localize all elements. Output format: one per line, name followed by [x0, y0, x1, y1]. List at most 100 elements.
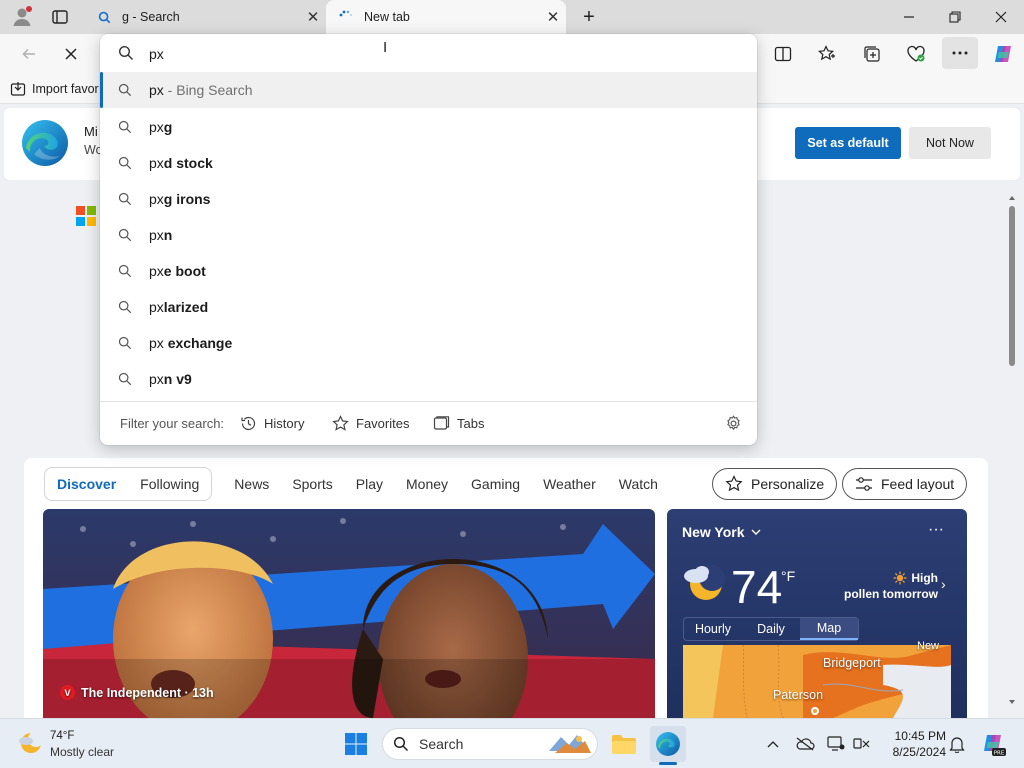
suggestion-item[interactable]: pxg — [100, 109, 757, 145]
copilot-pre-icon[interactable]: PRE — [980, 731, 1006, 757]
tab-search[interactable]: g - Search ✕ — [84, 0, 326, 34]
feed-nav-weather[interactable]: Weather — [543, 476, 596, 492]
profile-avatar[interactable] — [10, 5, 34, 29]
weather-tab-daily[interactable]: Daily — [742, 618, 800, 640]
feed-nav-play[interactable]: Play — [356, 476, 383, 492]
suggestion-completion: g — [163, 119, 173, 135]
suggestion-item[interactable]: pxn v9 — [100, 361, 757, 397]
filter-history[interactable]: History — [240, 413, 304, 433]
tab-new-tab[interactable]: New tab ✕ — [326, 0, 566, 34]
new-tab-button[interactable]: + — [576, 4, 602, 30]
feed-primary-tabs: Discover Following — [44, 467, 213, 501]
weather-map[interactable] — [683, 645, 951, 718]
network-icon[interactable] — [852, 734, 872, 754]
bell-icon[interactable] — [947, 734, 967, 754]
display-icon[interactable] — [826, 734, 846, 754]
search-icon — [118, 45, 134, 61]
weather-city-label: New York — [682, 524, 745, 540]
suggestion-prefix: px — [149, 371, 164, 387]
map-label-paterson: Paterson — [773, 688, 824, 702]
tab-actions-icon[interactable] — [48, 6, 72, 28]
filter-favorites-label: Favorites — [356, 415, 410, 431]
collections-icon[interactable] — [855, 38, 889, 70]
edge-taskbar-icon[interactable] — [650, 726, 686, 762]
chevron-right-icon[interactable]: › — [941, 576, 946, 592]
favorites-icon[interactable] — [810, 38, 844, 70]
suggestion-item[interactable]: pxlarized — [100, 289, 757, 325]
microsoft-logo-icon — [76, 206, 96, 226]
more-options-icon[interactable]: ··· — [928, 521, 944, 539]
search-icon — [118, 300, 132, 314]
edge-logo-icon — [20, 118, 70, 168]
moon-cloud-icon — [682, 560, 726, 604]
search-icon — [118, 192, 132, 206]
filter-favorites[interactable]: Favorites — [332, 413, 409, 433]
start-menu-icon[interactable] — [338, 726, 374, 762]
banner-title: Mi — [84, 124, 98, 139]
gear-icon[interactable] — [723, 413, 743, 433]
feed-tab-bar: Discover Following News Sports Play Mone… — [44, 467, 658, 501]
suggestion-item[interactable]: pxd stock — [100, 145, 757, 181]
more-options-icon[interactable] — [942, 37, 978, 69]
feed-nav-gaming[interactable]: Gaming — [471, 476, 520, 492]
map-label-bridgeport: Bridgeport — [823, 656, 881, 670]
split-screen-icon[interactable] — [766, 38, 800, 70]
source-badge-icon: V — [60, 685, 75, 700]
weather-tabs: Hourly Daily Map — [683, 617, 859, 641]
weather-moon-icon[interactable] — [16, 729, 44, 757]
feed-tab-following[interactable]: Following — [140, 476, 199, 492]
selection-indicator — [100, 72, 103, 108]
pollen-info[interactable]: High pollen tomorrow — [820, 570, 938, 602]
stop-icon[interactable] — [54, 38, 88, 70]
personalize-button[interactable]: Personalize — [712, 468, 838, 500]
taskbar-weather-temp[interactable]: 74°F — [50, 730, 74, 742]
suggestion-item[interactable]: pxn — [100, 217, 757, 253]
feed-nav-money[interactable]: Money — [406, 476, 448, 492]
back-icon[interactable] — [12, 38, 46, 70]
feed-nav-news[interactable]: News — [234, 476, 269, 492]
browser-essentials-icon[interactable] — [899, 38, 933, 70]
feed-nav-watch[interactable]: Watch — [619, 476, 658, 492]
feed-layout-button[interactable]: Feed layout — [842, 468, 968, 500]
sliders-icon — [855, 476, 873, 492]
star-icon — [332, 414, 349, 432]
suggestion-completion: g irons — [163, 191, 211, 207]
suggestion-item[interactable]: pxe boot — [100, 253, 757, 289]
close-icon[interactable]: ✕ — [300, 4, 326, 30]
import-favorites-link[interactable]: Import favor — [10, 78, 99, 100]
suggestion-completion: d stock — [163, 155, 213, 171]
minimize-icon[interactable] — [886, 0, 932, 34]
window-close-icon[interactable] — [978, 0, 1024, 34]
suggestion-completion: n v9 — [163, 371, 192, 387]
taskbar-search-box[interactable]: Search — [382, 728, 598, 760]
filter-tabs[interactable]: Tabs — [433, 413, 484, 433]
suggestion-item[interactable]: px - Bing Search — [100, 72, 757, 108]
search-icon — [118, 83, 132, 97]
not-now-button[interactable]: Not Now — [909, 127, 991, 159]
search-icon — [118, 120, 132, 134]
weather-tab-map[interactable]: Map — [800, 618, 858, 640]
suggestion-item[interactable]: px exchange — [100, 325, 757, 361]
set-as-default-button[interactable]: Set as default — [795, 127, 901, 159]
scrollbar-thumb[interactable] — [1009, 206, 1015, 366]
address-input[interactable] — [149, 44, 729, 64]
search-icon — [118, 264, 132, 278]
weather-tab-hourly[interactable]: Hourly — [684, 618, 742, 640]
taskbar-weather-desc[interactable]: Mostly clear — [50, 745, 114, 759]
divider — [100, 401, 757, 402]
close-icon[interactable]: ✕ — [540, 4, 566, 30]
feed-tab-discover[interactable]: Discover — [57, 476, 116, 492]
chevron-up-icon[interactable] — [763, 734, 783, 754]
weather-city[interactable]: New York — [682, 524, 761, 540]
file-explorer-icon[interactable] — [606, 726, 642, 762]
search-icon — [90, 11, 118, 24]
feed-nav: News Sports Play Money Gaming Weather Wa… — [234, 476, 658, 492]
taskbar-clock[interactable]: 10:45 PM 8/25/2024 — [886, 728, 946, 760]
onedrive-icon[interactable] — [795, 734, 815, 754]
suggestion-prefix: px — [149, 335, 168, 351]
copilot-icon[interactable] — [986, 38, 1020, 70]
suggestion-item[interactable]: pxg irons — [100, 181, 757, 217]
feed-nav-sports[interactable]: Sports — [292, 476, 332, 492]
search-icon — [118, 156, 132, 170]
restore-icon[interactable] — [932, 0, 978, 34]
